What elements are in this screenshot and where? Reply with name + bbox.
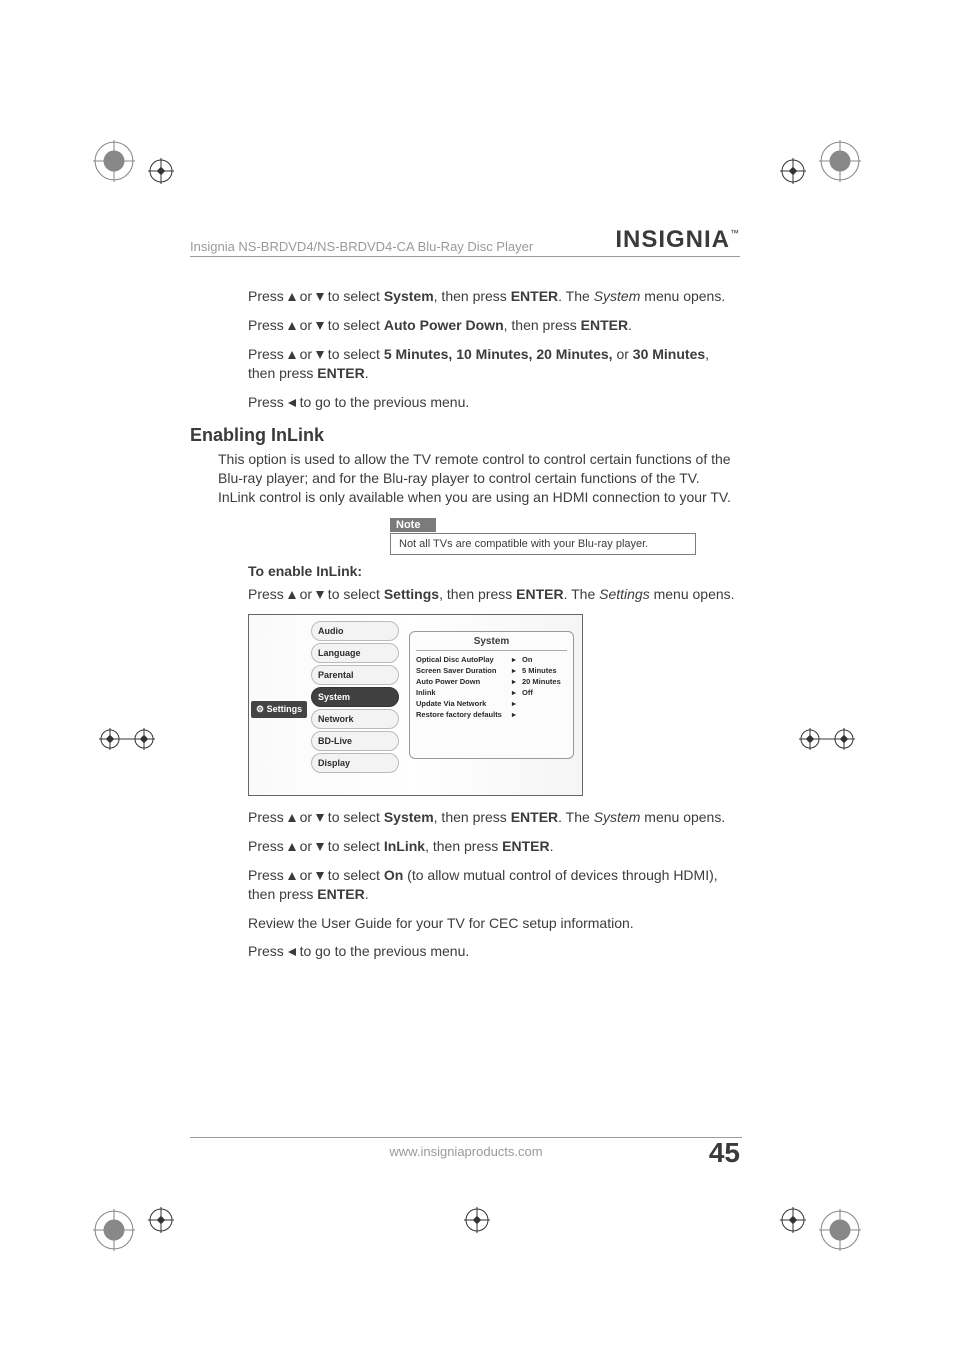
page-header: Insignia NS-BRDVD4/NS-BRDVD4-CA Blu-Ray …	[190, 226, 740, 257]
page-number: 45	[709, 1137, 740, 1169]
instruction-text: Press to go to the previous menu.	[248, 393, 740, 412]
up-arrow-icon	[288, 322, 296, 330]
down-arrow-icon	[316, 814, 324, 822]
registration-mark-icon	[93, 140, 135, 182]
up-arrow-icon	[288, 872, 296, 880]
instruction-text: Press to go to the previous menu.	[248, 942, 740, 961]
panel-title: System	[416, 636, 567, 651]
instruction-text: Review the User Guide for your TV for CE…	[248, 914, 740, 933]
footer-url: www.insigniaproducts.com	[190, 1137, 742, 1159]
crosshair-icon	[799, 728, 855, 750]
crosshair-icon	[148, 1207, 174, 1233]
settings-menu-list: Audio Language Parental System Network B…	[311, 621, 399, 775]
up-arrow-icon	[288, 351, 296, 359]
settings-tab: ⚙ Settings	[251, 701, 307, 718]
settings-screenshot: ⚙ Settings Audio Language Parental Syste…	[248, 614, 583, 796]
system-panel: System Optical Disc AutoPlay▸On Screen S…	[409, 631, 574, 759]
left-arrow-icon	[288, 399, 296, 407]
instruction-text: Press or to select System, then press EN…	[248, 287, 740, 306]
page-content: Insignia NS-BRDVD4/NS-BRDVD4-CA Blu-Ray …	[190, 226, 740, 971]
crosshair-icon	[780, 158, 806, 184]
menu-item-system: System	[311, 687, 399, 707]
note-label: Note	[390, 518, 436, 532]
procedure-heading: To enable InLink:	[248, 563, 740, 579]
down-arrow-icon	[316, 843, 324, 851]
panel-row: Inlink▸Off	[416, 687, 567, 698]
menu-item-parental: Parental	[311, 665, 399, 685]
crosshair-icon	[99, 728, 155, 750]
up-arrow-icon	[288, 843, 296, 851]
panel-row: Screen Saver Duration▸5 Minutes	[416, 665, 567, 676]
note-body: Not all TVs are compatible with your Blu…	[390, 533, 696, 555]
section-heading: Enabling InLink	[190, 425, 740, 446]
instruction-text: Press or to select Auto Power Down, then…	[248, 316, 740, 335]
menu-item-audio: Audio	[311, 621, 399, 641]
down-arrow-icon	[316, 872, 324, 880]
note-box: Note Not all TVs are compatible with you…	[390, 515, 696, 555]
down-arrow-icon	[316, 322, 324, 330]
instruction-text: Press or to select Settings, then press …	[248, 585, 740, 604]
panel-row: Restore factory defaults▸	[416, 709, 567, 720]
crosshair-icon	[148, 158, 174, 184]
up-arrow-icon	[288, 814, 296, 822]
panel-row: Optical Disc AutoPlay▸On	[416, 654, 567, 665]
crosshair-icon	[464, 1207, 490, 1233]
left-arrow-icon	[288, 948, 296, 956]
menu-item-network: Network	[311, 709, 399, 729]
down-arrow-icon	[316, 293, 324, 301]
crosshair-icon	[780, 1207, 806, 1233]
down-arrow-icon	[316, 351, 324, 359]
panel-row: Auto Power Down▸20 Minutes	[416, 676, 567, 687]
menu-item-display: Display	[311, 753, 399, 773]
instruction-text: Press or to select InLink, then press EN…	[248, 837, 740, 856]
registration-mark-icon	[93, 1209, 135, 1251]
instruction-text: Press or to select System, then press EN…	[248, 808, 740, 827]
section-description: This option is used to allow the TV remo…	[218, 450, 740, 507]
menu-item-bdlive: BD-Live	[311, 731, 399, 751]
instruction-text: Press or to select On (to allow mutual c…	[248, 866, 740, 904]
down-arrow-icon	[316, 591, 324, 599]
panel-row: Update Via Network▸	[416, 698, 567, 709]
up-arrow-icon	[288, 293, 296, 301]
product-line-text: Insignia NS-BRDVD4/NS-BRDVD4-CA Blu-Ray …	[190, 239, 615, 254]
registration-mark-icon	[819, 1209, 861, 1251]
menu-item-language: Language	[311, 643, 399, 663]
registration-mark-icon	[819, 140, 861, 182]
instruction-text: Press or to select 5 Minutes, 10 Minutes…	[248, 345, 740, 383]
up-arrow-icon	[288, 591, 296, 599]
brand-logo: INSIGNIA™	[615, 226, 740, 254]
